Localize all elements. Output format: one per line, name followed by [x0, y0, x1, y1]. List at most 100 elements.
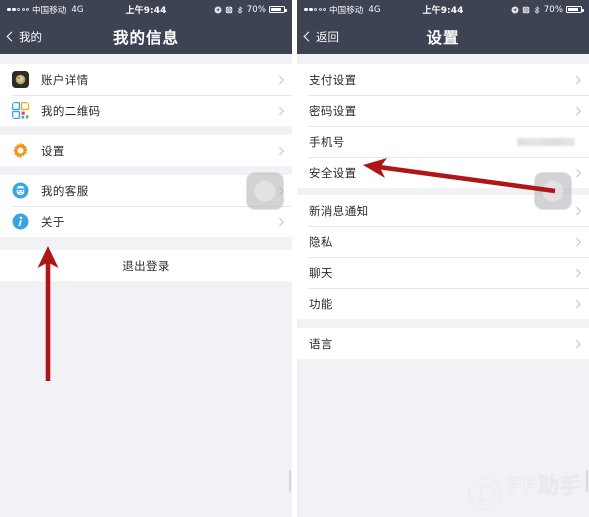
watermark: PP助手 25PP.COM	[468, 474, 581, 512]
bluetooth-icon	[237, 6, 243, 14]
list-item-chat[interactable]: 聊天	[297, 257, 589, 288]
settings-list: 支付设置 密码设置 手机号 安全设置 新消息通知 隐私 聊天 功能 语言	[297, 54, 589, 517]
list-group-settings: 设置	[0, 135, 292, 166]
alarm-icon	[225, 6, 233, 13]
list-group-spacer	[0, 237, 292, 250]
chevron-right-icon	[572, 106, 581, 115]
watermark-text: PP助手 25PP.COM	[506, 474, 581, 512]
scroll-indicator	[586, 470, 588, 492]
list-item-label: 密码设置	[309, 103, 357, 118]
chevron-right-icon	[572, 168, 581, 177]
list-item-payment-settings[interactable]: 支付设置	[297, 64, 589, 95]
list-group-app-preferences: 新消息通知 隐私 聊天 功能	[297, 195, 589, 319]
list-item-label: 我的二维码	[41, 103, 101, 118]
navigation-bar: 返回 设置	[297, 19, 589, 54]
chevron-left-icon	[303, 31, 314, 42]
watermark-site: 25PP.COM	[506, 499, 578, 512]
list-group-account: 账户详情 我的二维码	[0, 64, 292, 126]
list-item-about[interactable]: 关于	[0, 206, 292, 237]
pp-logo-icon	[468, 477, 503, 511]
list-item-label: 手机号	[309, 134, 345, 149]
list-item-account-detail[interactable]: 账户详情	[0, 64, 292, 95]
page-title: 设置	[426, 28, 460, 47]
back-button[interactable]: 返回	[303, 29, 339, 45]
list-top-spacer	[0, 54, 292, 64]
status-bar-left: 中国移动 4G	[304, 4, 381, 16]
logout-button-label: 退出登录	[122, 258, 170, 273]
chevron-right-icon	[572, 75, 581, 84]
chevron-right-icon	[572, 237, 581, 246]
alarm-icon	[522, 6, 530, 13]
watermark-brand: PP助手	[506, 474, 581, 498]
list-item-label: 设置	[41, 143, 65, 158]
phone-screen-my-info: 中国移动 4G 上午9:44 70% 我的 我的信息 账户详情 我的二维码 设置…	[0, 0, 292, 517]
battery-icon	[566, 5, 584, 14]
list-item-label: 支付设置	[309, 72, 357, 87]
status-bar-right: 70%	[511, 4, 584, 15]
network-type-label: 4G	[71, 4, 84, 15]
battery-percent-label: 70%	[246, 4, 266, 15]
back-button-label: 我的	[19, 29, 42, 44]
list-item-password-settings[interactable]: 密码设置	[297, 95, 589, 126]
list-item-label: 关于	[41, 214, 65, 229]
scroll-indicator	[289, 470, 291, 492]
list-item-features[interactable]: 功能	[297, 288, 589, 319]
list-group-language: 语言	[297, 328, 589, 359]
chevron-right-icon	[572, 268, 581, 277]
carrier-label: 中国移动	[32, 5, 67, 16]
battery-icon	[269, 5, 287, 14]
settings-list: 账户详情 我的二维码 设置 我的客服 关于 退出登录	[0, 54, 292, 517]
status-bar: 中国移动 4G 上午9:44 70%	[0, 0, 292, 19]
signal-strength-dots	[7, 7, 29, 12]
status-bar-left: 中国移动 4G	[7, 4, 84, 16]
gear-icon	[13, 142, 28, 159]
phone-number-redacted-value	[517, 137, 575, 146]
chevron-right-icon	[275, 106, 284, 115]
list-item-my-qrcode[interactable]: 我的二维码	[0, 95, 292, 126]
list-item-label: 隐私	[309, 234, 333, 249]
phone-screen-settings: 中国移动 4G 上午9:44 70% 返回 设置 支付设置 密码设置 手机号 安…	[297, 0, 589, 517]
back-button[interactable]: 我的	[6, 29, 42, 45]
bluetooth-icon	[534, 6, 540, 14]
chevron-right-icon	[572, 299, 581, 308]
chevron-right-icon	[572, 339, 581, 348]
list-item-phone-number[interactable]: 手机号	[297, 126, 589, 157]
signal-strength-dots	[304, 7, 326, 12]
chevron-right-icon	[275, 217, 284, 226]
list-group-logout: 退出登录	[0, 250, 292, 281]
list-group-account-security: 支付设置 密码设置 手机号 安全设置	[297, 64, 589, 188]
page-title: 我的信息	[112, 28, 179, 47]
list-item-label: 账户详情	[41, 72, 89, 87]
network-type-label: 4G	[368, 4, 381, 15]
list-item-label: 我的客服	[41, 183, 89, 198]
location-icon	[511, 6, 519, 13]
status-bar-right: 70%	[214, 4, 287, 15]
list-item-language[interactable]: 语言	[297, 328, 589, 359]
carrier-label: 中国移动	[329, 5, 364, 16]
chevron-right-icon	[275, 75, 284, 84]
list-group-spacer	[297, 319, 589, 328]
location-icon	[214, 6, 222, 13]
screenshot-stage: 中国移动 4G 上午9:44 70% 我的 我的信息 账户详情 我的二维码 设置…	[0, 0, 589, 517]
logout-button[interactable]: 退出登录	[0, 250, 292, 281]
status-bar: 中国移动 4G 上午9:44 70%	[297, 0, 589, 19]
list-item-label: 新消息通知	[309, 203, 369, 218]
list-item-label: 功能	[309, 296, 333, 311]
chevron-right-icon	[275, 146, 284, 155]
list-item-label: 聊天	[309, 265, 333, 280]
battery-percent-label: 70%	[543, 4, 563, 15]
qrcode-icon	[12, 102, 29, 119]
info-icon	[12, 213, 29, 230]
assistive-touch-button[interactable]	[246, 172, 284, 210]
chevron-left-icon	[6, 31, 17, 42]
chevron-right-icon	[572, 206, 581, 215]
list-item-privacy[interactable]: 隐私	[297, 226, 589, 257]
navigation-bar: 我的 我的信息	[0, 19, 292, 54]
assistive-touch-button[interactable]	[534, 172, 572, 210]
panel-divider	[292, 0, 297, 517]
list-item-settings[interactable]: 设置	[0, 135, 292, 166]
list-group-spacer	[0, 126, 292, 135]
back-button-label: 返回	[316, 29, 339, 44]
list-item-label: 语言	[309, 336, 333, 351]
account-avatar-icon	[12, 71, 29, 88]
